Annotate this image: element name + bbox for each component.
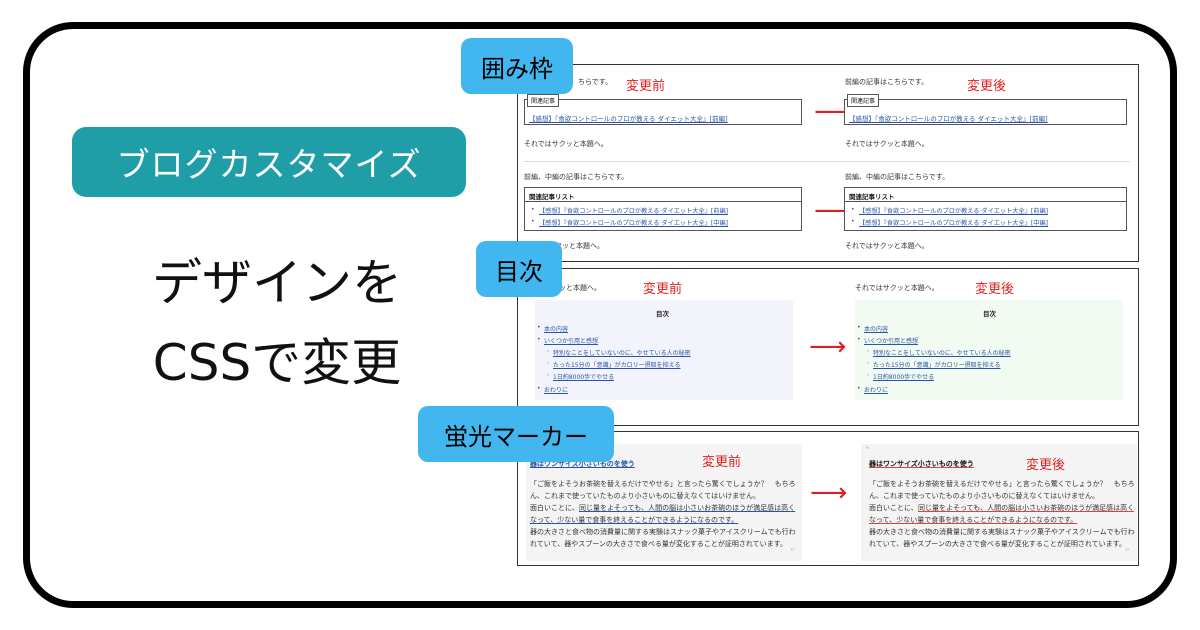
headline-line-2: CSSで変更 (152, 334, 402, 392)
related-link-after[interactable]: 【感想】『食欲コントロールのプロが教える ダイエット大全』[前編] (849, 113, 1048, 123)
toc-subitem[interactable]: たった15分の「意識」がカロリー摂取を抑える (873, 360, 1000, 369)
intro2-before: 前編、中編の記事はこちらです。 (524, 173, 629, 181)
related-list-item[interactable]: 【感想】『食欲コントロールのプロが教える ダイエット大全』[前編] (539, 206, 728, 215)
quote-line: 「ご飯をよそうお茶碗を替えるだけでやせる」と言ったら驚くでしょうか？ もちろ (530, 480, 796, 488)
intro2-after: 前編、中編の記事はこちらです。 (845, 173, 950, 181)
related-box-before: 関連記事 【感想】『食欲コントロールのプロが教える ダイエット大全』[前編] (524, 94, 802, 125)
related-list-item[interactable]: 【感想】『食欲コントロールのプロが教える ダイエット大全』[中編] (539, 218, 728, 227)
related-label: 関連記事 (847, 94, 880, 107)
toc-item[interactable]: おわりに (544, 385, 568, 394)
toc-item[interactable]: いくつか引用と感想 (544, 336, 598, 345)
intro-before: ちらです。 (578, 78, 613, 86)
before-label: 変更前 (626, 79, 666, 94)
toc-subitem[interactable]: 特別なことをしていないのに、やせている人の秘密 (553, 348, 691, 357)
quote-marked-line: なって、少ない量で食事を終えることができるようになるのです。 (869, 516, 1078, 524)
before-label: 変更前 (702, 455, 742, 470)
toc-lead-after: それではサクッと本題へ。 (855, 284, 939, 292)
tag-toc: 目次 (476, 241, 562, 297)
quote-marked-line: 同じ量をよそっても、人間の脳は小さいお茶碗のほうが満足感は高く (918, 504, 1135, 512)
quote-line: 器の大きさと食べ物の消費量に関する実験はスナック菓子やアイスクリームでも行わ (530, 528, 796, 536)
toc-item[interactable]: いくつか引用と感想 (864, 336, 918, 345)
quote-close-icon: ” (790, 548, 795, 558)
toc-subitem[interactable]: たった15分の「意識」がカロリー摂取を抑える (553, 360, 680, 369)
continue-before: それではサクッと本題へ。 (524, 140, 608, 148)
arrow-icon: ⟶ (809, 332, 847, 362)
toc-subitem[interactable]: 特別なことをしていないのに、やせている人の秘密 (873, 348, 1011, 357)
quote-marked-line: なって、少ない量で食事を終えることができるようになるのです。 (530, 516, 739, 524)
related-list-title: 関連記事リスト (529, 193, 575, 201)
related-box-after: 関連記事 【感想】『食欲コントロールのプロが教える ダイエット大全』[前編] (844, 94, 1127, 125)
toc-item[interactable]: 本の内容 (544, 324, 568, 333)
quote-marked-line: 同じ量をよそっても、人間の脳は小さいお茶碗のほうが満足感は高く (579, 504, 796, 512)
toc-example-panel: クッと本題へ。 変更前 それではサクッと本題へ。 変更後 目次 • 本の内容 •… (517, 268, 1139, 426)
quote-heading: 器はワンサイズ小さいものを使う (869, 460, 974, 468)
toc-subitem[interactable]: 1日約8000歩でやせる (553, 372, 614, 381)
toc-box-after: 目次 • 本の内容 • いくつか引用と感想 ◦ 特別なことをしていないのに、やせ… (855, 300, 1123, 400)
toc-box-before: 目次 • 本の内容 • いくつか引用と感想 ◦ 特別なことをしていないのに、やせ… (535, 300, 793, 400)
intro-after: 前編の記事はこちらです。 (845, 78, 929, 86)
related-list-item[interactable]: 【感想】『食欲コントロールのプロが教える ダイエット大全』[中編] (859, 218, 1048, 227)
related-label: 関連記事 (527, 94, 560, 107)
related-list-item[interactable]: 【感想】『食欲コントロールのプロが教える ダイエット大全』[前編] (859, 206, 1048, 215)
frame-example-panel: ちらです。 変更前 前編の記事はこちらです。 変更後 関連記事 【感想】『食欲コ… (517, 64, 1139, 262)
quote-line: 面白いことに、 (530, 504, 579, 512)
quote-close-icon: ” (1125, 548, 1130, 558)
category-badge: ブログカスタマイズ (72, 127, 466, 197)
quote-line: 器の大きさと食べ物の消費量に関する実験はスナック菓子やアイスクリームでも行わ (869, 528, 1135, 536)
related-list-box-before: 関連記事リスト • 【感想】『食欲コントロールのプロが教える ダイエット大全』[… (524, 187, 802, 231)
continue-after-2: それではサクッと本題へ。 (845, 242, 929, 250)
tag-marker: 蛍光マーカー (418, 406, 614, 462)
quote-after: “ 器はワンサイズ小さいものを使う 「ご飯をよそうお茶碗を替えるだけでやせる」と… (861, 444, 1137, 561)
quote-line: ん、これまで使っていたものより小さいものに替えなくてはいけません。 (869, 492, 1099, 500)
toc-item[interactable]: おわりに (864, 385, 888, 394)
headline-line-1: デザインを (152, 254, 402, 312)
quote-line: 「ご飯をよそうお茶碗を替えるだけでやせる」と言ったら驚くでしょうか？ もちろ (869, 480, 1135, 488)
continue-after: それではサクッと本題へ。 (845, 140, 929, 148)
related-list-title: 関連記事リスト (849, 193, 895, 201)
after-label: 変更後 (975, 282, 1015, 297)
quote-line: 面白いことに、 (869, 504, 918, 512)
quote-line: れていて、器やスプーンの大きさで食べる量が変化することが証明されています。 (869, 540, 1126, 548)
after-label: 変更後 (1026, 458, 1066, 473)
quote-open-icon: “ (865, 446, 870, 456)
quote-line: れていて、器やスプーンの大きさで食べる量が変化することが証明されています。 (530, 540, 787, 548)
related-link-before[interactable]: 【感想】『食欲コントロールのプロが教える ダイエット大全』[前編] (529, 113, 728, 123)
after-label: 変更後 (967, 79, 1007, 94)
toc-title: 目次 (656, 310, 669, 318)
quote-line: ん、これまで使っていたものより小さいものに替えなくてはいけません。 (530, 492, 760, 500)
related-list-box-after: 関連記事リスト • 【感想】『食欲コントロールのプロが教える ダイエット大全』[… (844, 187, 1127, 231)
toc-subitem[interactable]: 1日約8000歩でやせる (873, 372, 934, 381)
before-label: 変更前 (643, 282, 683, 297)
tag-frame: 囲み枠 (461, 38, 573, 94)
divider (524, 161, 1130, 162)
toc-item[interactable]: 本の内容 (864, 324, 888, 333)
toc-title: 目次 (983, 310, 996, 318)
arrow-icon: ⟶ (810, 478, 848, 508)
